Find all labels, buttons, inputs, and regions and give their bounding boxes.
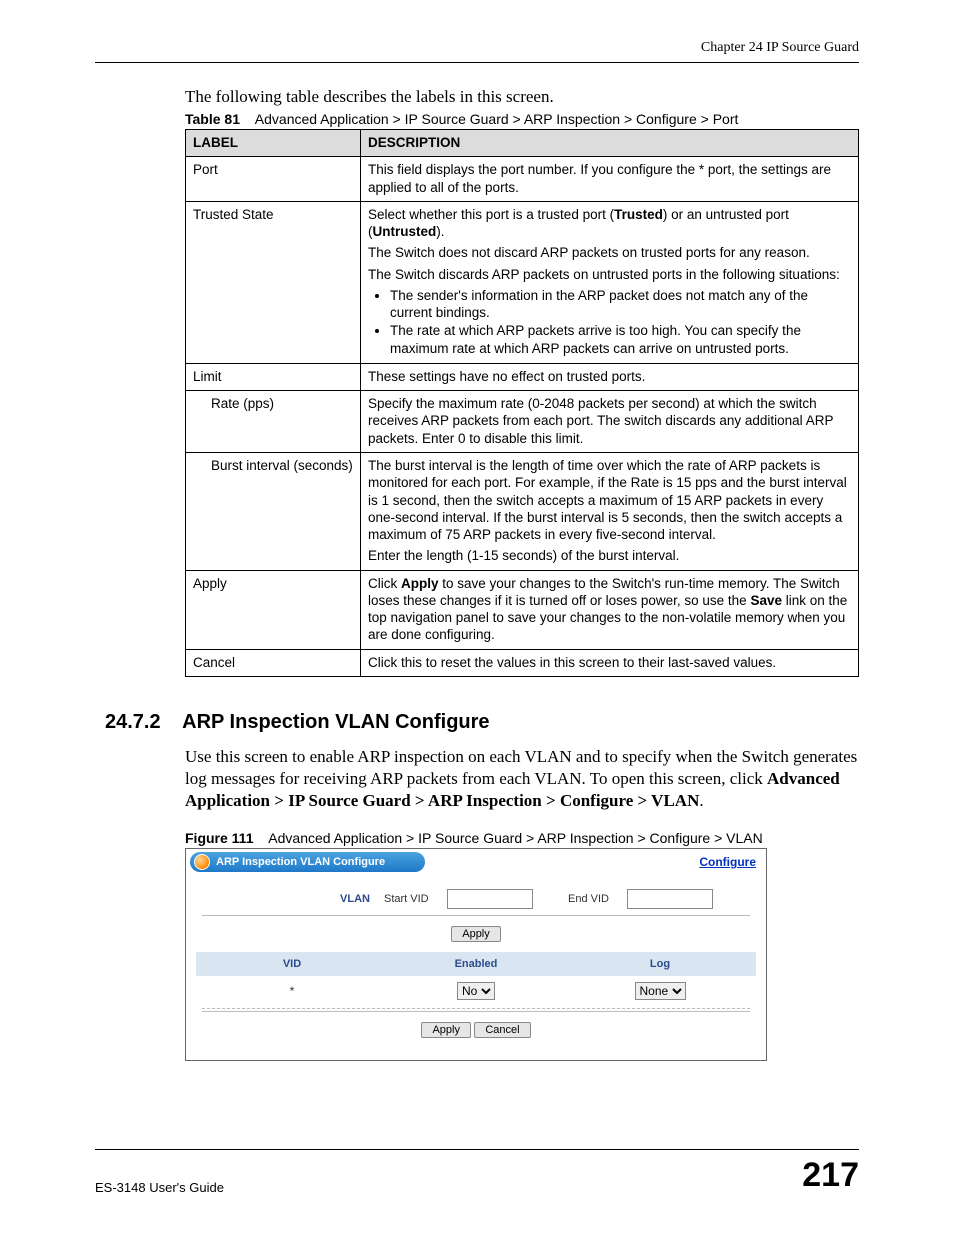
section-number: 24.7.2 (105, 711, 161, 733)
table-row: Rate (pps)Specify the maximum rate (0-20… (186, 391, 859, 453)
embedded-screenshot: ARP Inspection VLAN Configure Configure … (185, 848, 767, 1061)
end-vid-label: End VID (568, 893, 623, 905)
enabled-select[interactable]: No (457, 982, 495, 1000)
th-description: DESCRIPTION (360, 130, 858, 157)
table-caption-prefix: Table 81 (185, 111, 240, 127)
apply-button-top[interactable]: Apply (451, 926, 501, 942)
label-description-table: LABEL DESCRIPTION PortThis field display… (185, 129, 859, 677)
table-cell-label: Rate (pps) (186, 391, 361, 453)
table-row: CancelClick this to reset the values in … (186, 649, 859, 676)
screenshot-title: ARP Inspection VLAN Configure (216, 856, 385, 868)
end-vid-input[interactable] (627, 889, 713, 909)
table-caption-path: Advanced Application > IP Source Guard >… (255, 111, 739, 127)
header-rule (95, 62, 859, 63)
section-paragraph: Use this screen to enable ARP inspection… (185, 746, 859, 812)
footer-guide: ES-3148 User's Guide (95, 1180, 224, 1195)
table-cell-label: Trusted State (186, 201, 361, 363)
section-title: ARP Inspection VLAN Configure (182, 711, 489, 733)
chapter-running-head: Chapter 24 IP Source Guard (95, 40, 859, 56)
vlan-label: VLAN (200, 893, 384, 905)
figure-caption-prefix: Figure 111 (185, 830, 253, 846)
table-caption: Table 81 Advanced Application > IP Sourc… (185, 111, 859, 127)
table-cell-label: Apply (186, 570, 361, 649)
th-label: LABEL (186, 130, 361, 157)
footer-rule (95, 1149, 859, 1150)
table-row: ApplyClick Apply to save your changes to… (186, 570, 859, 649)
table-cell-description: These settings have no effect on trusted… (360, 363, 858, 390)
log-select[interactable]: None (635, 982, 686, 1000)
table-cell-description: The burst interval is the length of time… (360, 452, 858, 570)
col-log: Log (568, 958, 752, 970)
table-row: Trusted StateSelect whether this port is… (186, 201, 859, 363)
table-caption-sep (244, 111, 252, 127)
table-cell-label: Burst interval (seconds) (186, 452, 361, 570)
vid-value: * (200, 984, 384, 998)
pill-dot-icon (194, 854, 210, 870)
table-cell-label: Limit (186, 363, 361, 390)
table-cell-description: Select whether this port is a trusted po… (360, 201, 858, 363)
intro-text: The following table describes the labels… (185, 87, 859, 107)
grid-data-row: * No None (196, 976, 756, 1006)
grid-header-row: VID Enabled Log (196, 952, 756, 976)
start-vid-input[interactable] (447, 889, 533, 909)
footer-page-number: 217 (802, 1156, 859, 1195)
col-vid: VID (200, 958, 384, 970)
table-cell-description: Click Apply to save your changes to the … (360, 570, 858, 649)
apply-button-bottom[interactable]: Apply (421, 1022, 471, 1038)
section-heading: 24.7.2 ARP Inspection VLAN Configure (105, 711, 859, 734)
configure-link[interactable]: Configure (699, 855, 756, 869)
cancel-button[interactable]: Cancel (474, 1022, 530, 1038)
start-vid-label: Start VID (384, 893, 443, 905)
table-row: LimitThese settings have no effect on tr… (186, 363, 859, 390)
screenshot-title-pill: ARP Inspection VLAN Configure (190, 852, 425, 872)
table-cell-description: This field displays the port number. If … (360, 157, 858, 202)
table-cell-description: Click this to reset the values in this s… (360, 649, 858, 676)
figure-caption: Figure 111 Advanced Application > IP Sou… (185, 830, 859, 846)
page-footer: ES-3148 User's Guide 217 (95, 1149, 859, 1195)
table-row: Burst interval (seconds)The burst interv… (186, 452, 859, 570)
table-cell-label: Port (186, 157, 361, 202)
table-row: PortThis field displays the port number.… (186, 157, 859, 202)
table-cell-label: Cancel (186, 649, 361, 676)
figure-caption-sep (257, 830, 265, 846)
shot-sep-dashed (202, 1008, 750, 1009)
col-enabled: Enabled (384, 958, 568, 970)
table-cell-description: Specify the maximum rate (0-2048 packets… (360, 391, 858, 453)
figure-caption-path: Advanced Application > IP Source Guard >… (268, 830, 762, 846)
section-gap (166, 711, 177, 733)
